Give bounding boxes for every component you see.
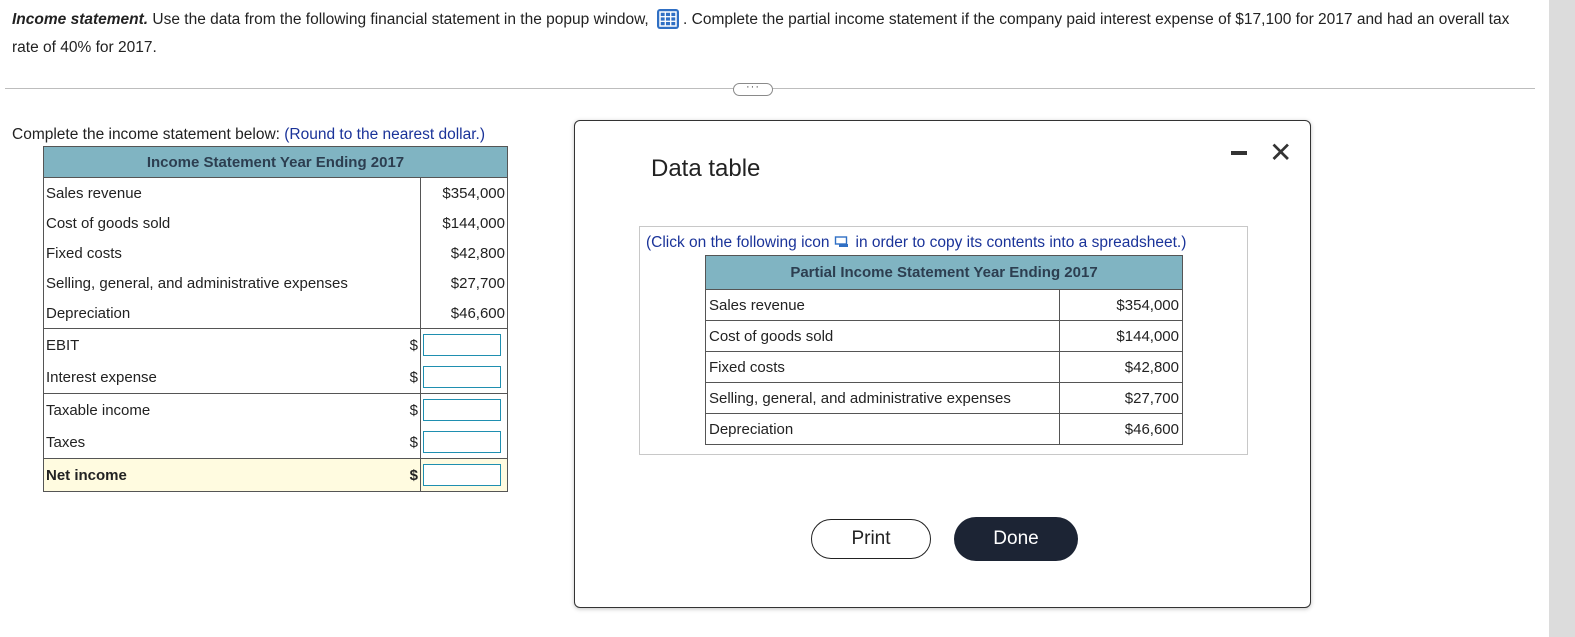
question-text-part1: Use the data from the following financia… bbox=[148, 11, 654, 28]
copy-spreadsheet-icon[interactable] bbox=[834, 236, 850, 248]
row-label: Taxes bbox=[43, 426, 400, 459]
expand-toggle-button[interactable]: ··· bbox=[733, 82, 773, 96]
income-statement-header: Income Statement Year Ending 2017 bbox=[43, 146, 508, 178]
copy-note-after: in order to copy its contents into a spr… bbox=[855, 234, 1187, 251]
close-icon[interactable]: ✕ bbox=[1269, 139, 1292, 167]
table-row: Depreciation $46,600 bbox=[705, 413, 1183, 445]
row-value: $27,700 bbox=[420, 268, 508, 298]
currency-symbol: $ bbox=[400, 458, 421, 492]
table-row-interest-expense: Interest expense $ bbox=[43, 361, 508, 394]
row-value: $27,700 bbox=[1059, 382, 1183, 414]
copy-note-before: (Click on the following icon bbox=[646, 234, 830, 251]
done-button[interactable]: Done bbox=[954, 517, 1078, 561]
row-label: Net income bbox=[43, 458, 400, 492]
currency-symbol: $ bbox=[409, 368, 418, 386]
table-row: Depreciation $46,600 bbox=[43, 298, 508, 329]
taxes-input[interactable] bbox=[423, 431, 501, 453]
print-button[interactable]: Print bbox=[811, 519, 931, 559]
row-label: Cost of goods sold bbox=[705, 320, 1060, 352]
partial-statement-header: Partial Income Statement Year Ending 201… bbox=[705, 255, 1183, 290]
table-row-net-income: Net income $ bbox=[43, 458, 508, 492]
row-value: $46,600 bbox=[420, 298, 508, 329]
table-row-taxes: Taxes $ bbox=[43, 426, 508, 459]
dialog-title: Data table bbox=[651, 155, 761, 182]
income-statement-table: Income Statement Year Ending 2017 Sales … bbox=[43, 146, 508, 492]
data-table-dialog: Data table ✕ (Click on the following ico… bbox=[574, 120, 1311, 608]
table-row: Fixed costs $42,800 bbox=[705, 351, 1183, 383]
table-row: Fixed costs $42,800 bbox=[43, 238, 508, 268]
row-value: $354,000 bbox=[420, 177, 508, 208]
row-label: Depreciation bbox=[705, 413, 1060, 445]
row-value: $42,800 bbox=[1059, 351, 1183, 383]
table-row: Sales revenue $354,000 bbox=[705, 289, 1183, 321]
question-lead: Income statement. bbox=[12, 11, 149, 28]
interest-expense-input[interactable] bbox=[423, 366, 501, 388]
row-label: Depreciation bbox=[43, 298, 400, 329]
ebit-input[interactable] bbox=[423, 334, 501, 356]
row-value: $354,000 bbox=[1059, 289, 1183, 321]
row-label: Selling, general, and administrative exp… bbox=[705, 382, 1060, 414]
page-scrollbar[interactable] bbox=[1549, 0, 1575, 637]
table-row: Sales revenue $354,000 bbox=[43, 177, 508, 208]
currency-symbol: $ bbox=[409, 433, 418, 451]
minimize-icon[interactable] bbox=[1231, 151, 1247, 155]
instruction-label: Complete the income statement below: bbox=[12, 126, 280, 143]
row-label: Sales revenue bbox=[43, 177, 400, 208]
row-value: $46,600 bbox=[1059, 413, 1183, 445]
row-label: Cost of goods sold bbox=[43, 208, 400, 238]
currency-symbol: $ bbox=[400, 328, 421, 361]
currency-symbol: $ bbox=[400, 393, 421, 426]
table-row: Cost of goods sold $144,000 bbox=[705, 320, 1183, 352]
row-value: $42,800 bbox=[420, 238, 508, 268]
rounding-hint: (Round to the nearest dollar.) bbox=[284, 126, 486, 143]
partial-income-statement-table: Partial Income Statement Year Ending 201… bbox=[705, 255, 1183, 445]
instruction-text: Complete the income statement below: (Ro… bbox=[12, 126, 485, 144]
data-table-panel: (Click on the following icon in order to … bbox=[639, 226, 1248, 455]
row-label: Fixed costs bbox=[705, 351, 1060, 383]
copy-instruction: (Click on the following icon in order to … bbox=[646, 234, 1186, 252]
row-value: $144,000 bbox=[420, 208, 508, 238]
table-row-taxable-income: Taxable income $ bbox=[43, 393, 508, 426]
table-row: Selling, general, and administrative exp… bbox=[705, 382, 1183, 414]
row-label: EBIT bbox=[43, 328, 400, 361]
row-label: Sales revenue bbox=[705, 289, 1060, 321]
table-row-ebit: EBIT $ bbox=[43, 328, 508, 361]
row-label: Fixed costs bbox=[43, 238, 400, 268]
row-label: Taxable income bbox=[43, 393, 400, 426]
row-label: Selling, general, and administrative exp… bbox=[43, 268, 400, 298]
row-label: Interest expense bbox=[43, 361, 400, 394]
taxable-income-input[interactable] bbox=[423, 399, 501, 421]
row-value: $144,000 bbox=[1059, 320, 1183, 352]
table-row: Selling, general, and administrative exp… bbox=[43, 268, 508, 298]
data-table-grid-icon[interactable] bbox=[657, 9, 680, 29]
question-text: Income statement. Use the data from the … bbox=[12, 6, 1522, 62]
net-income-input[interactable] bbox=[423, 464, 501, 486]
table-row: Cost of goods sold $144,000 bbox=[43, 208, 508, 238]
